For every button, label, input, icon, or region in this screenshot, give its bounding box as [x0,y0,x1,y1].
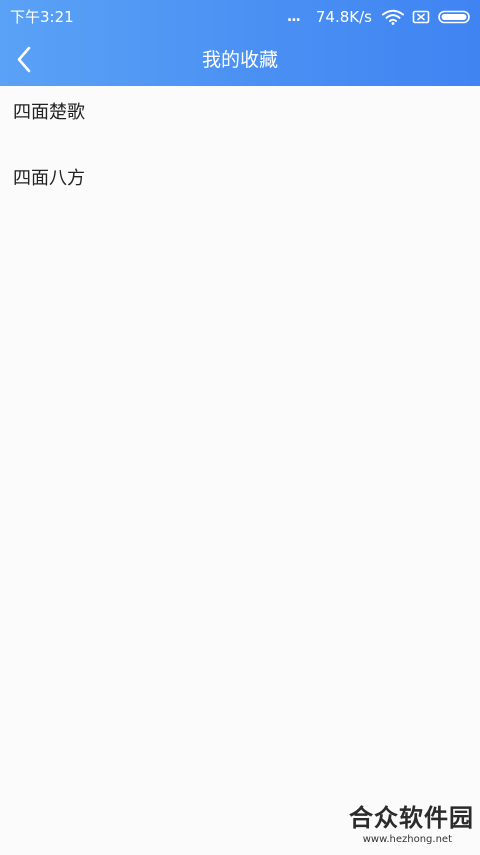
wifi-icon [382,9,404,25]
status-time: 下午3:21 [10,8,74,26]
status-indicators: ... 74.8K/s [287,7,472,27]
watermark-name: 合众软件园 [349,804,474,832]
battery-icon [438,9,472,25]
list-item-label: 四面八方 [13,168,85,189]
top-header: 下午3:21 ... 74.8K/s 我的收藏 [0,0,480,86]
app-bar: 我的收藏 [0,34,480,86]
app-screen: 下午3:21 ... 74.8K/s 我的收藏 四面楚歌 四面八方 合众软件园 … [0,0,480,855]
watermark: 合众软件园 www.hezhong.net [334,803,474,851]
list-item-label: 四面楚歌 [13,102,85,123]
favorites-list: 四面楚歌 四面八方 [0,86,480,218]
list-item[interactable]: 四面八方 [0,152,480,218]
network-speed: 74.8K/s [315,8,372,26]
status-bar: 下午3:21 ... 74.8K/s [0,0,480,34]
watermark-url: www.hezhong.net [362,834,452,845]
notification-dots: ... [286,9,301,25]
page-title: 我的收藏 [201,49,278,71]
list-item[interactable]: 四面楚歌 [0,86,480,152]
sim-x-icon [412,9,430,25]
